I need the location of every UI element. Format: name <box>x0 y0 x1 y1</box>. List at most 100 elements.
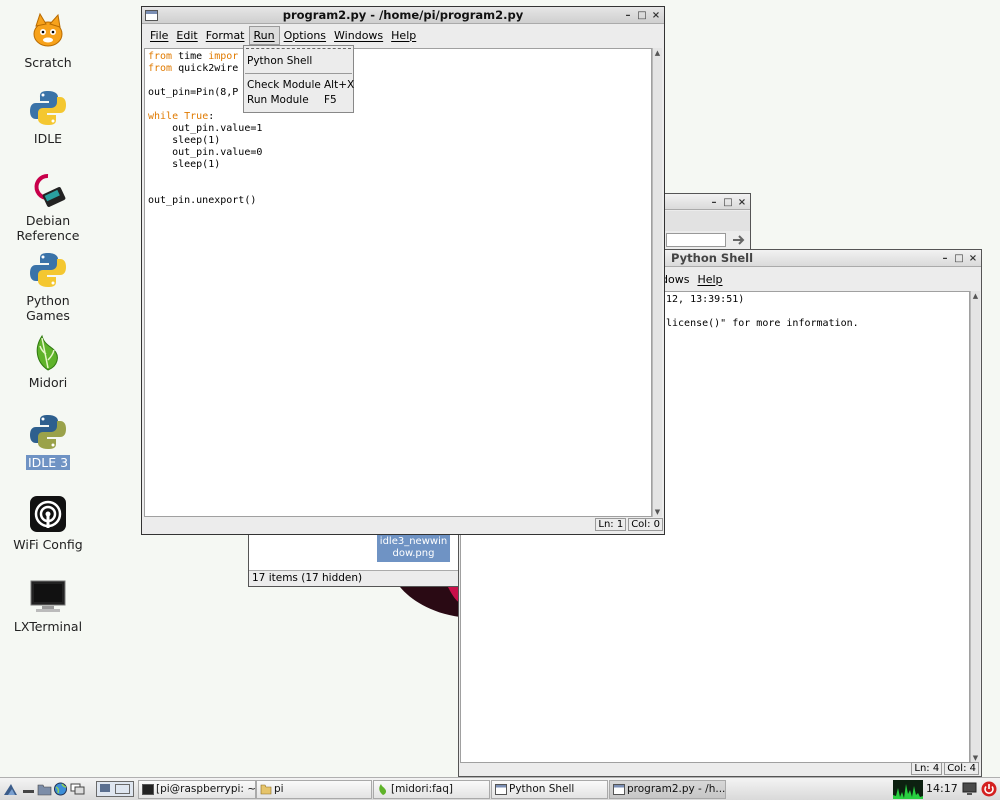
file-manager-status: 17 items (17 hidden) <box>249 570 459 586</box>
desktop-icon-label: Scratch <box>24 55 72 70</box>
task-terminal[interactable]: [pi@raspberrypi: ~] <box>138 780 256 799</box>
desktop-icon-label: LXTerminal <box>13 619 83 634</box>
code-line: while True: <box>148 111 648 123</box>
task-label: [pi@raspberrypi: ~] <box>156 783 256 795</box>
go-icon[interactable] <box>730 232 746 248</box>
window-title: program2.py - /home/pi/program2.py <box>282 8 524 22</box>
maximize-icon[interactable]: □ <box>636 10 648 22</box>
editor-titlebar[interactable]: program2.py - /home/pi/program2.py – □ × <box>142 7 664 24</box>
minimize-icon[interactable]: – <box>939 253 951 265</box>
scroll-up-icon[interactable]: ▲ <box>971 291 980 301</box>
menu-item-accelerator: Alt+X <box>324 79 355 91</box>
desktop-icon-lxterminal[interactable]: LXTerminal <box>8 576 88 634</box>
window-icon <box>495 784 507 795</box>
menu-options[interactable]: Options <box>280 27 330 44</box>
code-keyword: while <box>148 111 179 122</box>
line-indicator: Ln: 4 <box>911 762 943 775</box>
task-label: pi <box>274 783 284 795</box>
desktop-icon-debian-reference[interactable]: Debian Reference <box>8 170 88 243</box>
python-icon <box>28 250 68 290</box>
editor-scrollbar[interactable]: ▲ ▼ <box>652 48 662 517</box>
close-icon[interactable]: × <box>650 10 662 22</box>
minimize-all-icon[interactable] <box>21 782 36 796</box>
task-midori[interactable]: [midori:faq] <box>373 780 490 799</box>
menu-run[interactable]: Run <box>248 25 280 45</box>
maximize-icon[interactable]: □ <box>722 197 734 209</box>
desktop-icon-scratch[interactable]: Scratch <box>8 12 88 70</box>
menu-format[interactable]: Format <box>202 27 249 44</box>
code-text: sleep(1) <box>148 159 221 170</box>
close-icon[interactable]: × <box>967 253 979 265</box>
shell-line: 12, 13:39:51) <box>666 294 745 305</box>
menu-item-accelerator: F5 <box>324 94 337 106</box>
window-icon <box>613 784 625 795</box>
start-menu-icon[interactable] <box>3 782 18 796</box>
task-python-shell[interactable]: Python Shell <box>491 780 608 799</box>
shell-statusbar: Ln: 4 Col: 4 <box>909 762 979 775</box>
menu-help[interactable]: Help <box>693 271 726 288</box>
editor-window[interactable]: program2.py - /home/pi/program2.py – □ × F… <box>141 6 665 535</box>
location-input[interactable] <box>666 233 726 247</box>
minimize-icon[interactable]: – <box>622 10 634 22</box>
taskbar: [pi@raspberrypi: ~] pi [midori:faq] Pyth… <box>0 777 1000 800</box>
desktop-icon-midori[interactable]: Midori <box>8 332 88 390</box>
scroll-down-icon[interactable]: ▼ <box>653 507 662 517</box>
file-manager-icon[interactable] <box>37 782 52 796</box>
desktop-icon-label: Debian Reference <box>16 213 80 243</box>
menu-item-python-shell[interactable]: Python Shell <box>244 54 353 69</box>
desktop-icon-python-games[interactable]: Python Games <box>8 250 88 323</box>
menu-help[interactable]: Help <box>387 27 420 44</box>
menu-item-check-module[interactable]: Check Module Alt+X <box>244 78 355 93</box>
clock[interactable]: 14:17 <box>926 782 958 795</box>
file-item-selected[interactable]: idle3_newwindow.png <box>377 534 450 562</box>
task-editor[interactable]: program2.py - /h... <box>609 780 726 799</box>
desktop-icon-idle3[interactable]: IDLE 3 <box>8 412 88 470</box>
task-label: Python Shell <box>509 783 575 795</box>
menu-windows[interactable]: dows <box>661 271 693 288</box>
desktop-icon-label: WiFi Config <box>13 537 83 552</box>
terminal-icon <box>28 576 68 616</box>
menu-item-label: Check Module <box>247 79 321 91</box>
column-indicator: Col: 0 <box>628 518 663 531</box>
desktop-icon-idle[interactable]: IDLE <box>8 88 88 146</box>
close-icon[interactable]: × <box>736 197 748 209</box>
window-switcher-icon[interactable] <box>70 782 85 796</box>
python-icon <box>28 412 68 452</box>
background-window-titlebar[interactable]: – □ × <box>664 194 750 210</box>
code-line: sleep(1) <box>148 159 648 171</box>
window-title: Python Shell <box>671 251 754 265</box>
scroll-up-icon[interactable]: ▲ <box>653 48 662 58</box>
desktop-icon-wifi-config[interactable]: WiFi Config <box>8 494 88 552</box>
terminal-icon <box>142 784 154 795</box>
code-line: from quick2wire <box>148 63 648 75</box>
screen-lock-icon[interactable] <box>962 782 977 796</box>
editor-statusbar: Ln: 1 Col: 0 <box>593 518 663 531</box>
desktop-pager[interactable] <box>96 781 134 797</box>
debian-icon <box>28 170 68 210</box>
menu-file[interactable]: File <box>146 27 172 44</box>
minimize-icon[interactable]: – <box>708 197 720 209</box>
menu-edit[interactable]: Edit <box>172 27 201 44</box>
code-keyword: from <box>148 63 173 74</box>
menu-item-label: Run Module <box>247 94 309 106</box>
code-text: : <box>208 111 215 122</box>
column-indicator: Col: 4 <box>944 762 979 775</box>
menu-item-run-module[interactable]: Run Module F5 <box>244 93 353 108</box>
web-browser-icon[interactable] <box>53 782 68 796</box>
shell-scrollbar[interactable]: ▲ ▼ <box>970 291 980 763</box>
menu-windows[interactable]: Windows <box>330 27 387 44</box>
code-text: quick2wire <box>172 63 239 74</box>
code-line: out_pin.value=1 <box>148 123 648 135</box>
maximize-icon[interactable]: □ <box>953 253 965 265</box>
logout-power-icon[interactable] <box>981 781 997 797</box>
desktop-icon-label: IDLE <box>33 131 63 146</box>
task-file-manager[interactable]: pi <box>256 780 372 799</box>
code-keyword: from <box>148 51 173 62</box>
code-line: out_pin.unexport() <box>148 195 648 207</box>
background-window[interactable]: – □ × <box>663 193 751 251</box>
code-editor[interactable]: from time impor from quick2wire out_pin=Pi… <box>144 48 652 517</box>
